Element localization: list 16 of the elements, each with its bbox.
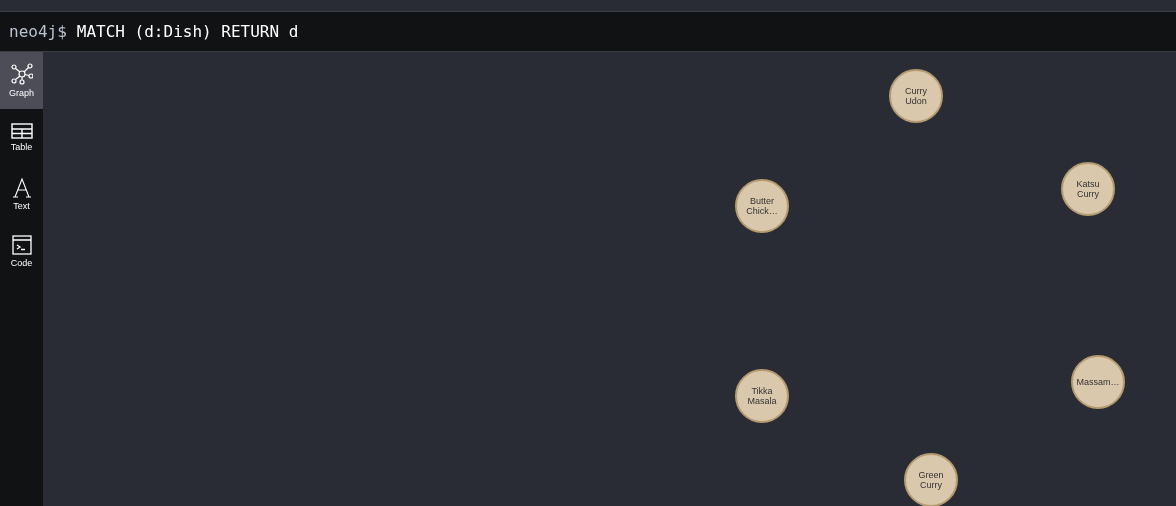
graph-node[interactable]: Green Curry (904, 453, 958, 506)
table-icon (10, 123, 33, 139)
graph-node[interactable]: Katsu Curry (1061, 162, 1115, 216)
letter-a-icon (12, 178, 31, 198)
view-tab[interactable]: Text (0, 166, 43, 223)
graph-node[interactable]: Butter Chick… (735, 179, 789, 233)
graph-node[interactable]: Tikka Masala (735, 369, 789, 423)
graph-node[interactable]: Massam… (1071, 355, 1125, 409)
prompt-text: neo4j$ (9, 22, 67, 41)
query-text[interactable]: MATCH (d:Dish) RETURN d (76, 22, 299, 41)
graph-node[interactable]: Curry Udon (889, 69, 943, 123)
view-tab[interactable]: Graph (0, 52, 43, 109)
view-tab[interactable]: Table (0, 109, 43, 166)
graph-icon (10, 63, 33, 85)
terminal-icon (11, 235, 32, 255)
view-tab[interactable]: Code (0, 223, 43, 280)
